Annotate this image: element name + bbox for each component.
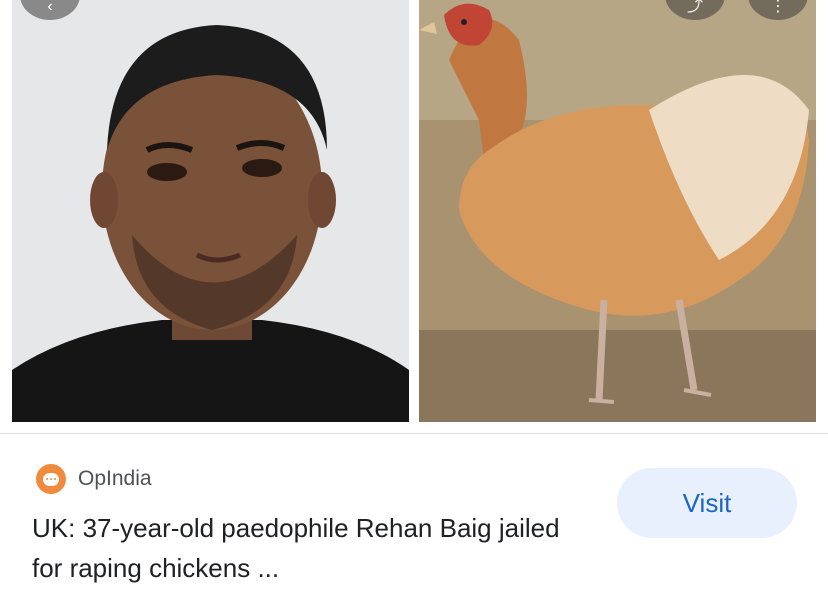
image-preview-panel: ‹ ⤴ ⋮: [0, 0, 828, 432]
more-options-icon: ⋮: [770, 0, 786, 15]
source-row[interactable]: OpIndia: [36, 464, 152, 494]
mugshot-image[interactable]: [12, 0, 409, 422]
chicken-image[interactable]: [419, 0, 816, 422]
share-icon: ⤴: [686, 0, 703, 15]
divider: [0, 433, 828, 434]
opindia-logo-icon: [36, 464, 66, 494]
back-arrow-icon: ‹: [47, 0, 53, 15]
source-name: OpIndia: [78, 467, 152, 490]
visit-button[interactable]: Visit: [617, 468, 797, 538]
result-title[interactable]: UK: 37-year-old paedophile Rehan Baig ja…: [32, 508, 592, 588]
